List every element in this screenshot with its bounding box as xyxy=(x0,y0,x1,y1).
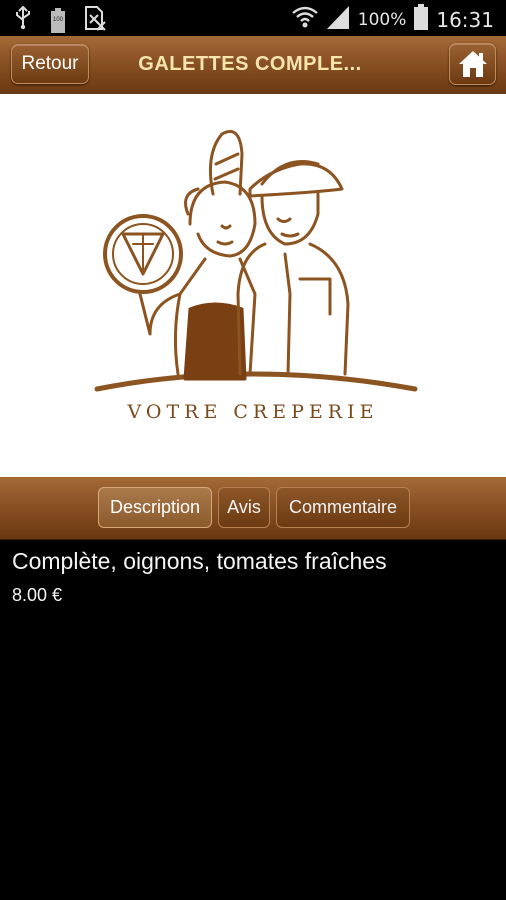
battery-saver-icon: 100 xyxy=(50,7,66,34)
signal-icon xyxy=(326,4,350,35)
product-description: Complète, oignons, tomates fraîches xyxy=(12,548,387,574)
home-button[interactable] xyxy=(449,43,496,85)
creperie-logo-illustration xyxy=(94,130,418,392)
tab-description[interactable]: Description xyxy=(98,487,212,528)
clock: 16:31 xyxy=(436,7,494,32)
logo-text: VOTRE CREPERIE xyxy=(127,401,379,423)
page-title: GALETTES COMPLE... xyxy=(138,53,362,75)
tab-bar: Description Avis Commentaire xyxy=(0,477,506,540)
product-details: Complète, oignons, tomates fraîches 8.00… xyxy=(12,548,494,606)
tab-avis[interactable]: Avis xyxy=(218,487,270,528)
battery-small-text: 100 xyxy=(52,16,63,23)
home-icon xyxy=(459,51,487,77)
product-price: 8.00 € xyxy=(12,585,63,605)
wifi-icon xyxy=(291,5,318,34)
product-image: VOTRE CREPERIE xyxy=(0,94,506,477)
app-header: Retour GALETTES COMPLE... xyxy=(0,36,506,95)
usb-icon xyxy=(14,5,32,35)
battery-icon xyxy=(414,4,429,35)
back-button[interactable]: Retour xyxy=(11,44,89,84)
tab-commentaire[interactable]: Commentaire xyxy=(276,487,410,528)
battery-percent: 100% xyxy=(357,9,407,30)
sim-off-icon xyxy=(84,5,106,36)
status-bar: 100 100% 16:31 xyxy=(0,0,506,36)
